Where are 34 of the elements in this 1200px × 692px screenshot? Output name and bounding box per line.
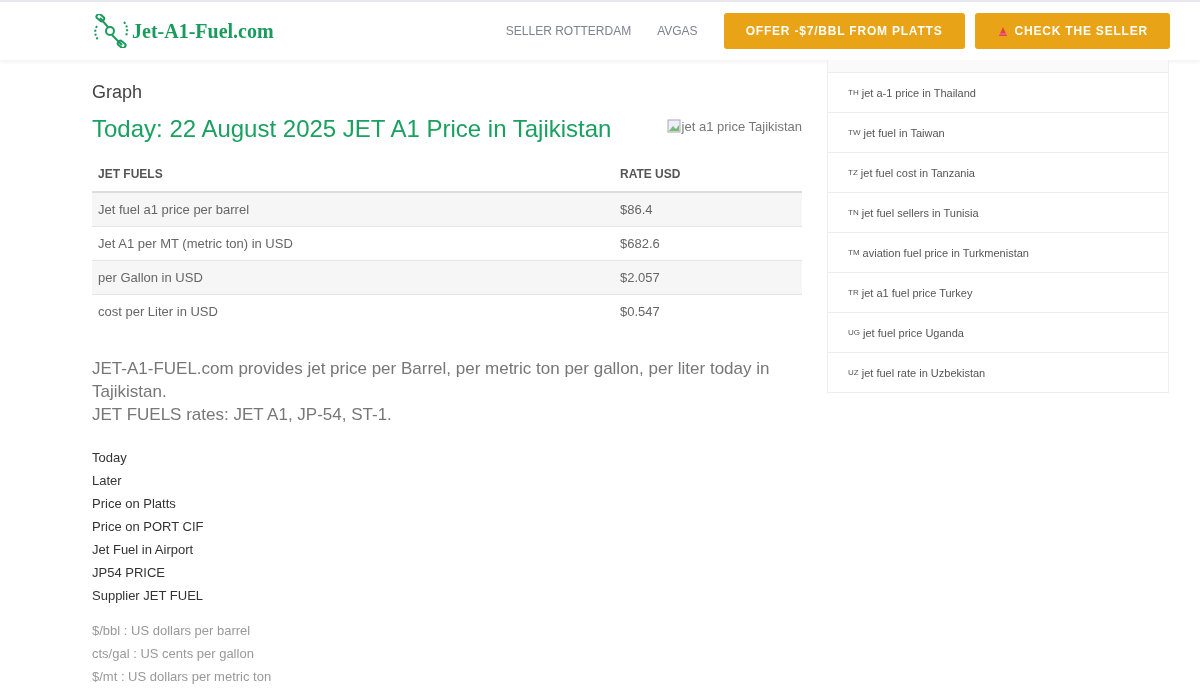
nav-link[interactable]: AVGAS (657, 24, 698, 38)
sidebar-link[interactable]: UZ jet fuel rate in Uzbekistan (827, 353, 1169, 393)
nav-link[interactable]: SELLER ROTTERDAM (505, 24, 632, 38)
broken-image-icon (666, 119, 681, 133)
unit-note: cts/gal : US cents per gallon (92, 645, 255, 663)
paragraph: JET-A1-FUEL.com provides jet price per Barrel, per metric ton per gallon, per liter today in Tajikistan. (92, 358, 771, 403)
table-cell: $86.4 (614, 192, 802, 227)
table-cell: cost per Liter in USD (92, 294, 614, 328)
text-link[interactable]: Later (92, 469, 122, 492)
table-cell: $2.057 (614, 260, 802, 295)
propeller-icon (92, 14, 130, 48)
image-alt-text: jet a1 price Tajikistan (681, 118, 802, 134)
sidebar-link[interactable]: TM aviation fuel price in Turkmenistan (827, 233, 1169, 273)
sidebar-link[interactable]: TZ jet fuel cost in Tanzania (827, 153, 1169, 193)
table-cell: Jet fuel a1 price per barrel (92, 192, 614, 227)
sidebar-link[interactable]: TH jet a-1 price in Thailand (827, 73, 1169, 113)
section-heading: Graph (92, 82, 144, 103)
text-link[interactable]: JP54 PRICE (92, 561, 165, 584)
table-cell: per Gallon in USD (92, 260, 614, 295)
unit-note: $/bbl : US dollars per barrel (92, 622, 252, 640)
text-link[interactable]: Jet Fuel in Airport (92, 538, 194, 561)
text-link[interactable]: Supplier JET FUEL (92, 584, 204, 607)
page-title: Today: 22 August 2025 JET A1 Price in Tajikistan (92, 115, 612, 143)
paragraph: JET FUELS rates: JET A1, JP-54, ST-1. (92, 404, 393, 426)
site-logo[interactable]: Jet-A1-Fuel.com (132, 19, 274, 43)
text-link[interactable]: Price on Platts (92, 492, 176, 515)
unit-note: $/mt : US dollars per metric ton (92, 668, 273, 686)
sidebar-link[interactable]: TR jet a1 fuel price Turkey (827, 273, 1169, 313)
text-link[interactable]: Today (92, 446, 127, 469)
sidebar-link[interactable]: TW jet fuel in Taiwan (827, 113, 1169, 153)
sidebar-link[interactable]: UG jet fuel price Uganda (827, 313, 1169, 353)
text-link[interactable]: Price on PORT CIF (92, 515, 204, 538)
sidebar-link[interactable]: TN jet fuel sellers in Tunisia (827, 193, 1169, 233)
table-cell: $0.547 (614, 294, 802, 328)
